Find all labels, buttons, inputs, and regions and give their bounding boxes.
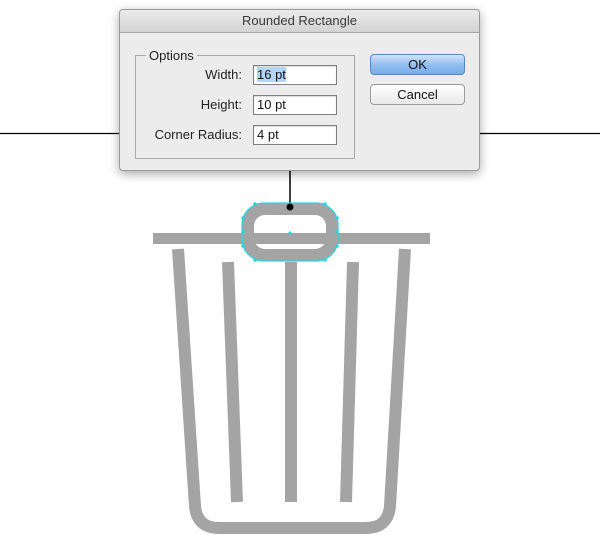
anchor-point[interactable] xyxy=(288,231,292,235)
anchor-point[interactable] xyxy=(253,202,257,206)
rounded-rectangle-dialog: Rounded Rectangle Options Width: 16 pt H… xyxy=(119,9,480,171)
anchor-point[interactable] xyxy=(323,202,327,206)
width-value: 16 pt xyxy=(257,67,286,82)
corner-radius-field[interactable]: 4 pt xyxy=(253,125,337,145)
anchor-point[interactable] xyxy=(241,216,245,220)
dialog-title: Rounded Rectangle xyxy=(120,10,479,33)
width-field[interactable]: 16 pt xyxy=(253,65,337,85)
anchor-point[interactable] xyxy=(241,230,245,234)
anchor-point[interactable] xyxy=(323,258,327,262)
anchor-point[interactable] xyxy=(253,258,257,262)
width-label: Width: xyxy=(205,67,242,82)
anchor-point[interactable] xyxy=(241,244,245,248)
height-field[interactable]: 10 pt xyxy=(253,95,337,115)
height-label: Height: xyxy=(200,97,242,112)
anchor-point[interactable] xyxy=(335,244,339,248)
anchor-point[interactable] xyxy=(286,203,294,211)
trash-rib-right xyxy=(340,261,359,503)
height-value: 10 pt xyxy=(257,97,286,112)
cancel-button[interactable]: Cancel xyxy=(370,84,465,105)
options-group-label: Options xyxy=(146,48,197,63)
trash-rib-left xyxy=(222,261,243,503)
anchor-point[interactable] xyxy=(335,230,339,234)
corner-radius-value: 4 pt xyxy=(257,127,279,142)
ok-button[interactable]: OK xyxy=(370,54,465,75)
corner-radius-label: Corner Radius: xyxy=(154,127,242,142)
anchor-point[interactable] xyxy=(335,216,339,220)
trash-can-icon xyxy=(153,203,430,534)
